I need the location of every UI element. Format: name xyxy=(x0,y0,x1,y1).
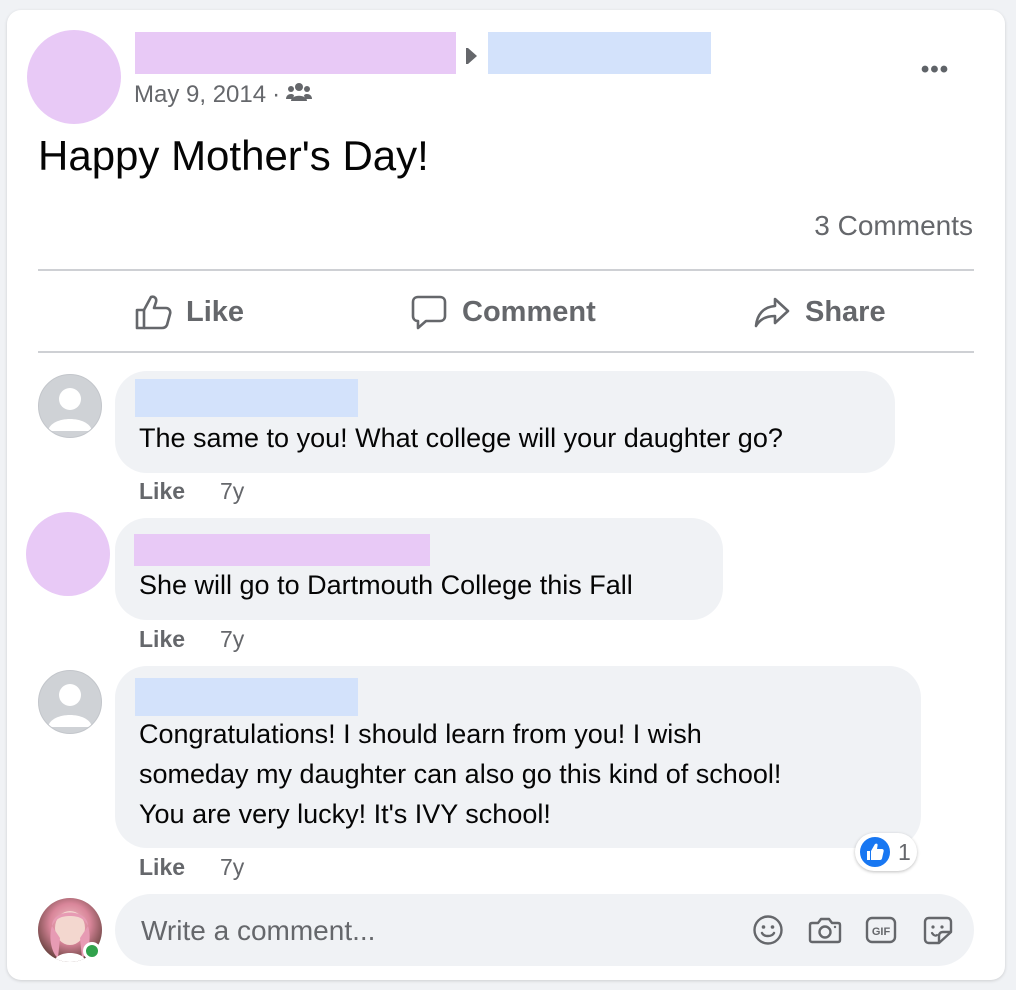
comment-like-link[interactable]: Like xyxy=(139,626,185,653)
comment-like-link[interactable]: Like xyxy=(139,478,185,505)
comment-text: Congratulations! I should learn from you… xyxy=(139,714,781,834)
commenter-avatar[interactable] xyxy=(26,512,110,596)
comment-line: You are very lucky! It's IVY school! xyxy=(139,799,551,829)
comment-bubble: The same to you! What college will your … xyxy=(115,371,895,473)
commenter-avatar[interactable] xyxy=(38,670,102,734)
comment-line: Congratulations! I should learn from you… xyxy=(139,719,702,749)
speech-bubble-icon xyxy=(411,295,447,330)
comments-count-link[interactable]: 3 Comments xyxy=(814,210,973,242)
caret-right-icon xyxy=(468,48,477,64)
comment-timestamp[interactable]: 7y xyxy=(220,854,244,881)
reaction-count[interactable]: 1 xyxy=(855,833,917,871)
commenter-avatar[interactable] xyxy=(38,374,102,438)
default-avatar-icon xyxy=(48,684,92,727)
divider-bottom xyxy=(38,351,974,353)
more-options-icon[interactable]: ••• xyxy=(913,56,957,83)
post-meta: May 9, 2014 · xyxy=(134,80,313,110)
comment-button[interactable]: Comment xyxy=(410,290,596,334)
author-avatar[interactable] xyxy=(27,30,121,124)
comment-bubble: Congratulations! I should learn from you… xyxy=(115,666,921,848)
comment-line: someday my daughter can also go this kin… xyxy=(139,759,782,789)
friends-icon[interactable] xyxy=(286,81,313,110)
commenter-name-redacted[interactable] xyxy=(135,379,358,417)
comment-composer[interactable]: GIF xyxy=(115,894,974,966)
gif-label: GIF xyxy=(872,926,891,938)
like-reaction-icon xyxy=(858,835,892,869)
commenter-name-redacted[interactable] xyxy=(135,678,358,716)
post-date[interactable]: May 9, 2014 xyxy=(134,81,266,109)
meta-separator: · xyxy=(272,81,281,108)
online-status-indicator xyxy=(83,942,101,960)
default-avatar-icon xyxy=(48,388,92,431)
share-arrow-icon xyxy=(754,297,790,328)
share-button[interactable]: Share xyxy=(753,290,886,334)
emoji-icon[interactable] xyxy=(751,913,785,947)
reaction-count-number: 1 xyxy=(898,838,911,865)
comment-text: She will go to Dartmouth College this Fa… xyxy=(139,570,633,600)
comment-timestamp[interactable]: 7y xyxy=(220,626,244,653)
comment-input[interactable] xyxy=(139,908,723,954)
comment-label: Comment xyxy=(462,295,596,328)
comment-bubble: She will go to Dartmouth College this Fa… xyxy=(115,518,723,620)
share-label: Share xyxy=(805,295,886,328)
like-label: Like xyxy=(186,295,245,328)
comment-text: The same to you! What college will your … xyxy=(139,423,783,453)
post-card: May 9, 2014 · ••• Happy Mother's Day! 3 … xyxy=(7,10,1005,980)
comment-like-link[interactable]: Like xyxy=(139,854,185,881)
commenter-name-redacted[interactable] xyxy=(134,534,430,566)
like-button[interactable]: Like xyxy=(134,290,244,334)
target-name-redacted[interactable] xyxy=(488,32,711,74)
author-name-redacted[interactable] xyxy=(135,32,456,74)
divider-top xyxy=(38,269,974,271)
camera-icon[interactable] xyxy=(808,913,842,947)
post-text: Happy Mother's Day! xyxy=(38,132,429,179)
sticker-icon[interactable] xyxy=(921,913,955,947)
thumbs-up-icon xyxy=(135,295,172,330)
gif-icon[interactable]: GIF xyxy=(864,913,898,947)
comment-timestamp[interactable]: 7y xyxy=(220,478,244,505)
